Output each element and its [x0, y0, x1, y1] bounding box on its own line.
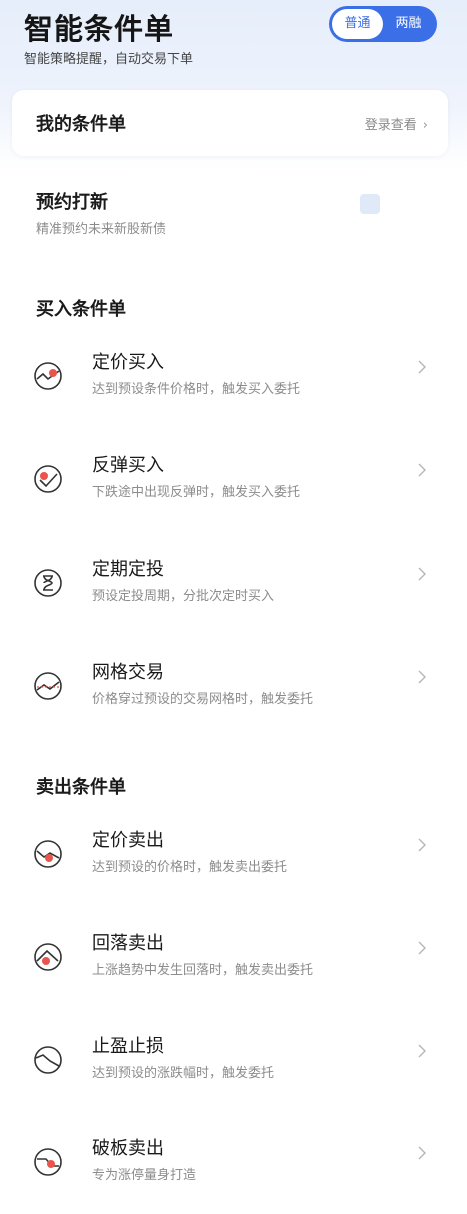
mode-option-normal[interactable]: 普通 [332, 9, 383, 39]
list-item-stop-profit-loss[interactable]: 止盈止损 达到预设的涨跌幅时，触发委托 [0, 1032, 467, 1112]
item-desc: 达到预设的涨跌幅时，触发委托 [92, 1066, 275, 1081]
list-item-pullback-sell[interactable]: 回落卖出 上涨趋势中发生回落时，触发卖出委托 [0, 929, 467, 1009]
login-view-label: 登录查看 [364, 118, 417, 133]
page-subtitle: 智能策略提醒，自动交易下单 [24, 52, 194, 67]
list-item-rebound-buy[interactable]: 反弹买入 下跌途中出现反弹时，触发买入委托 [0, 451, 467, 531]
item-title: 定价买入 [92, 352, 164, 373]
hourglass-icon [34, 569, 62, 597]
page-title: 智能条件单 [24, 12, 175, 46]
chevron-right-icon [418, 941, 426, 955]
list-item-price-buy[interactable]: 定价买入 达到预设条件价格时，触发买入委托 [0, 348, 467, 428]
chevron-right-icon [418, 838, 426, 852]
item-title: 破板卖出 [92, 1138, 164, 1159]
ipo-subtitle: 精准预约未来新股新债 [36, 222, 167, 237]
price-buy-icon [34, 362, 62, 390]
chevron-right-icon [418, 567, 426, 581]
my-orders-title: 我的条件单 [36, 114, 126, 135]
item-title: 定价卖出 [92, 830, 164, 851]
stop-profit-loss-icon [34, 1046, 62, 1074]
chevron-right-icon [418, 360, 426, 374]
item-title: 网格交易 [92, 662, 164, 683]
mode-toggle[interactable]: 普通 两融 [329, 6, 437, 42]
chevron-right-icon [418, 463, 426, 477]
item-title: 定期定投 [92, 559, 164, 580]
item-desc: 价格穿过预设的交易网格时，触发委托 [92, 692, 314, 707]
buy-section-heading: 买入条件单 [36, 299, 126, 320]
item-desc: 下跌途中出现反弹时，触发买入委托 [92, 485, 301, 500]
chevron-right-icon [418, 1146, 426, 1160]
list-item-limit-break-sell[interactable]: 破板卖出 专为涨停量身打造 [0, 1134, 467, 1214]
item-desc: 专为涨停量身打造 [92, 1168, 197, 1183]
item-title: 回落卖出 [92, 933, 164, 954]
chevron-right-icon: › [422, 118, 428, 133]
list-item-scheduled-investment[interactable]: 定期定投 预设定投周期，分批次定时买入 [0, 555, 467, 635]
login-view-link[interactable]: 登录查看 › [365, 114, 428, 133]
item-desc: 预设定投周期，分批次定时买入 [92, 589, 275, 604]
header: 智能条件单 智能策略提醒，自动交易下单 普通 两融 [0, 0, 467, 90]
item-title: 止盈止损 [92, 1036, 164, 1057]
grid-trade-icon [34, 672, 62, 700]
pullback-sell-icon [34, 943, 62, 971]
item-desc: 达到预设条件价格时，触发买入委托 [92, 382, 301, 397]
item-desc: 上涨趋势中发生回落时，触发卖出委托 [92, 963, 314, 978]
list-item-grid-trade[interactable]: 网格交易 价格穿过预设的交易网格时，触发委托 [0, 658, 467, 738]
item-title: 反弹买入 [92, 455, 164, 476]
chevron-right-icon [418, 1044, 426, 1058]
item-desc: 达到预设的价格时，触发卖出委托 [92, 860, 288, 875]
price-sell-icon [34, 840, 62, 868]
limit-break-sell-icon [34, 1148, 62, 1176]
mode-option-margin[interactable]: 两融 [383, 9, 434, 39]
list-item-price-sell[interactable]: 定价卖出 达到预设的价格时，触发卖出委托 [0, 826, 467, 906]
ipo-title: 预约打新 [36, 192, 108, 213]
checkbox-icon [360, 194, 380, 214]
rebound-buy-icon [34, 465, 62, 493]
chevron-right-icon [418, 670, 426, 684]
my-orders-card[interactable]: 我的条件单 登录查看 › [12, 90, 448, 156]
sell-section-heading: 卖出条件单 [36, 777, 126, 798]
